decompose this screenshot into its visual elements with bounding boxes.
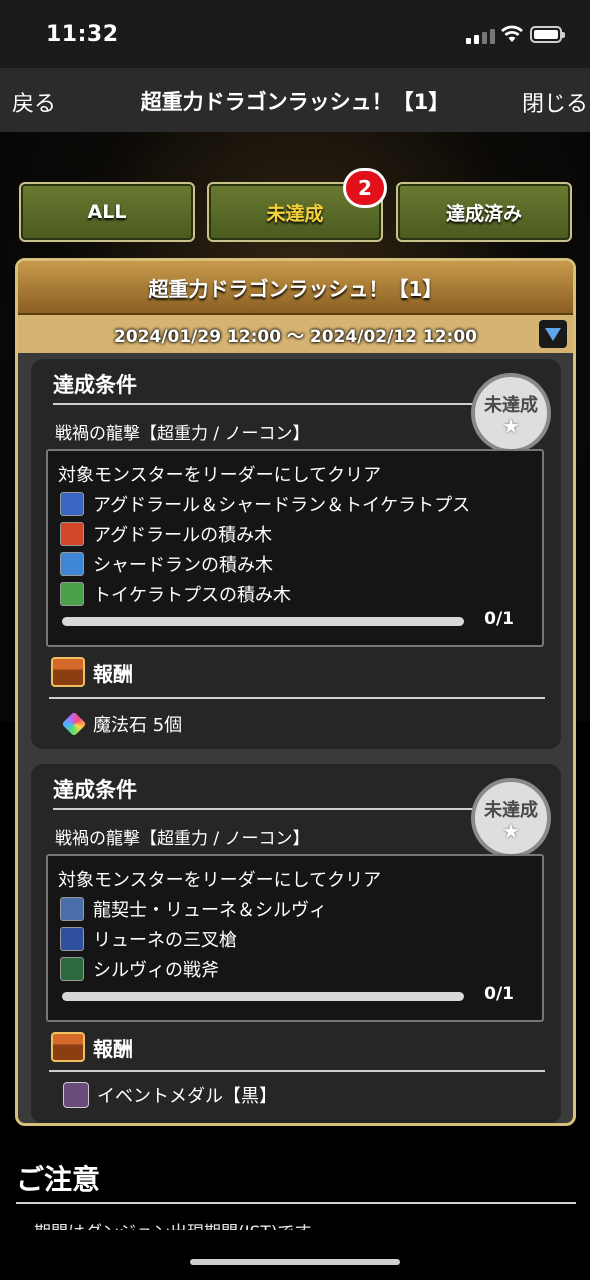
progress-bar bbox=[62, 992, 464, 1001]
divider bbox=[53, 403, 509, 405]
notes-text: 期間はダンジョン出現期間(JST)です。 bbox=[34, 1218, 327, 1230]
condition-text: 対象モンスターをリーダーにしてクリア bbox=[58, 870, 382, 891]
wifi-icon bbox=[501, 25, 523, 42]
progress-bar bbox=[62, 617, 464, 626]
condition-box: 対象モンスターをリーダーにしてクリア アグドラール＆シャードラン＆トイケラトプス… bbox=[46, 449, 544, 647]
reward-item: イベントメダル【黒】 bbox=[63, 1082, 277, 1108]
status-stamp: 未達成 ★ bbox=[471, 373, 551, 453]
monster-item: トイケラトプスの積み木 bbox=[60, 581, 291, 607]
reward-heading: 報酬 bbox=[51, 657, 133, 687]
event-title: 超重力ドラゴンラッシュ！【1】 bbox=[18, 261, 573, 315]
monster-item: リューネの三叉槍 bbox=[60, 926, 237, 952]
event-medal-icon bbox=[63, 1082, 89, 1108]
monster-icon bbox=[60, 522, 84, 546]
home-indicator[interactable] bbox=[190, 1259, 400, 1265]
monster-icon bbox=[60, 552, 84, 576]
reward-heading-label: 報酬 bbox=[93, 661, 133, 686]
star-icon: ★ bbox=[502, 414, 520, 438]
close-button[interactable]: 閉じる bbox=[522, 86, 588, 118]
reward-heading: 報酬 bbox=[51, 1032, 133, 1062]
monster-name: 龍契士・リューネ＆シルヴィ bbox=[93, 900, 327, 921]
monster-name: リューネの三叉槍 bbox=[93, 930, 237, 951]
monster-icon bbox=[60, 957, 84, 981]
nav-bar: 戻る 超重力ドラゴンラッシュ！【1】 閉じる bbox=[0, 68, 590, 132]
monster-icon bbox=[60, 897, 84, 921]
monster-icon bbox=[60, 927, 84, 951]
expand-toggle-icon[interactable] bbox=[539, 320, 567, 348]
divider bbox=[49, 1070, 545, 1072]
mission-heading: 達成条件 bbox=[53, 373, 137, 397]
star-icon: ★ bbox=[502, 819, 520, 843]
treasure-chest-icon bbox=[51, 657, 85, 687]
monster-icon bbox=[60, 582, 84, 606]
monster-name: アグドラールの積み木 bbox=[93, 525, 273, 546]
mission-card: 達成条件 戦禍の龍撃【超重力 / ノーコン】 未達成 ★ 対象モンスターをリーダ… bbox=[31, 359, 561, 749]
notes-heading: ご注意 bbox=[16, 1163, 101, 1196]
divider bbox=[49, 697, 545, 699]
divider bbox=[16, 1202, 576, 1204]
treasure-chest-icon bbox=[51, 1032, 85, 1062]
monster-name: シャードランの積み木 bbox=[93, 555, 273, 576]
monster-item: 龍契士・リューネ＆シルヴィ bbox=[60, 896, 327, 922]
tab-all[interactable]: ALL bbox=[19, 182, 195, 242]
monster-item: アグドラールの積み木 bbox=[60, 521, 272, 547]
monster-name: アグドラール＆シャードラン＆トイケラトプス bbox=[93, 495, 471, 516]
reward-item: 魔法石 5個 bbox=[61, 711, 183, 737]
dungeon-name: 戦禍の龍撃【超重力 / ノーコン】 bbox=[55, 424, 310, 444]
monster-item: アグドラール＆シャードラン＆トイケラトプス bbox=[60, 491, 470, 517]
monster-item: シャードランの積み木 bbox=[60, 551, 273, 577]
battery-icon bbox=[530, 26, 565, 43]
status-time: 11:32 bbox=[46, 22, 119, 47]
magic-stone-icon bbox=[61, 711, 87, 737]
condition-text: 対象モンスターをリーダーにしてクリア bbox=[58, 465, 382, 486]
reward-label: 魔法石 5個 bbox=[93, 715, 183, 736]
event-panel: 超重力ドラゴンラッシュ！【1】 2024/01/29 12:00 ～ 2024/… bbox=[15, 258, 576, 1126]
dungeon-name: 戦禍の龍撃【超重力 / ノーコン】 bbox=[55, 829, 310, 849]
status-bar: 11:32 bbox=[0, 0, 590, 68]
monster-item: シルヴィの戦斧 bbox=[60, 956, 219, 982]
monster-name: シルヴィの戦斧 bbox=[93, 960, 219, 981]
incomplete-count-badge: 2 bbox=[343, 168, 387, 208]
progress-count: 0/1 bbox=[484, 984, 514, 1004]
condition-box: 対象モンスターをリーダーにしてクリア 龍契士・リューネ＆シルヴィ リューネの三叉… bbox=[46, 854, 544, 1022]
tab-completed[interactable]: 達成済み bbox=[396, 182, 572, 242]
event-period: 2024/01/29 12:00 ～ 2024/02/12 12:00 bbox=[18, 315, 573, 353]
cellular-signal-icon bbox=[466, 28, 496, 44]
monster-name: トイケラトプスの積み木 bbox=[93, 585, 291, 606]
monster-icon bbox=[60, 492, 84, 516]
reward-label: イベントメダル【黒】 bbox=[97, 1086, 277, 1107]
mission-heading: 達成条件 bbox=[53, 778, 137, 802]
progress-count: 0/1 bbox=[484, 609, 514, 629]
divider bbox=[53, 808, 509, 810]
reward-heading-label: 報酬 bbox=[93, 1036, 133, 1061]
page-title: 超重力ドラゴンラッシュ！【1】 bbox=[140, 90, 450, 114]
status-stamp: 未達成 ★ bbox=[471, 778, 551, 858]
mission-card: 達成条件 戦禍の龍撃【超重力 / ノーコン】 未達成 ★ 対象モンスターをリーダ… bbox=[31, 764, 561, 1123]
